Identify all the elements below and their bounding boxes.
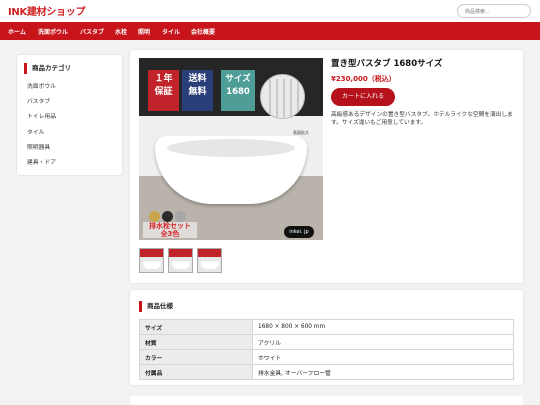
thumbnail-tub xyxy=(143,261,161,269)
thumbnail-3[interactable] xyxy=(197,248,222,273)
sidebar-item-wash-bowl[interactable]: 洗面ボウル xyxy=(27,81,56,90)
nav-item-home[interactable]: ホーム xyxy=(8,27,26,36)
nav-item-wash-bowl[interactable]: 洗面ボウル xyxy=(38,27,68,36)
spec-key: カラー xyxy=(139,349,253,365)
zoom-texture-line xyxy=(269,79,271,117)
spec-value: 1680 × 800 × 600 mm xyxy=(252,319,514,335)
warranty-badge: １年 保証 xyxy=(148,70,179,111)
spec-key: 付属品 xyxy=(139,364,253,380)
product-description: 高級感あるデザインの置き型バスタブ。ホテルライクな空間を演出します。サイズ違いも… xyxy=(331,112,513,126)
table-row: 付属品 排水金具, オーバーフロー管 xyxy=(139,364,514,380)
nav-item-lighting[interactable]: 照明 xyxy=(138,27,150,36)
table-row: カラー ホワイト xyxy=(139,349,514,365)
site-header: INK建材ショップ 商品検索... xyxy=(0,0,540,22)
silver-drain-knob xyxy=(175,211,186,222)
black-drain-knob xyxy=(162,211,173,222)
spec-value: アクリル xyxy=(252,334,514,350)
warranty-badge-line2: 保証 xyxy=(154,87,173,97)
gold-drain-knob xyxy=(149,211,160,222)
size-badge: サイズ 1680 xyxy=(221,70,255,111)
sidebar-item-toilet[interactable]: トイレ用品 xyxy=(27,111,56,120)
thumbnail-badge-strip xyxy=(140,249,163,257)
warranty-badge-line1: １年 xyxy=(154,74,173,84)
category-sidebar: 商品カテゴリ 洗面ボウル バスタブ トイレ用品 タイル 照明器具 建具・ドア xyxy=(17,55,122,175)
zoom-texture-line xyxy=(290,79,292,117)
product-image[interactable]: １年 保証 送料 無料 サイズ 1680 表面拡大 排水栓セット 全3色 ink… xyxy=(139,58,323,240)
next-section-card xyxy=(130,396,523,405)
add-to-cart-button[interactable]: カートに入れる xyxy=(331,88,395,106)
thumbnail-badge-strip xyxy=(198,249,221,257)
main-nav: ホーム 洗面ボウル バスタブ 水栓 照明 タイル 会社概要 xyxy=(0,22,540,40)
sidebar-item-bathtub[interactable]: バスタブ xyxy=(27,96,50,105)
sidebar-item-lighting[interactable]: 照明器具 xyxy=(27,142,50,151)
nav-item-bathtub[interactable]: バスタブ xyxy=(80,27,104,36)
sidebar-item-doors[interactable]: 建具・ドア xyxy=(27,157,56,166)
zoom-texture-line xyxy=(276,79,278,117)
sidebar-title: 商品カテゴリ xyxy=(24,63,71,74)
spec-card: 商品仕様 サイズ 1680 × 800 × 600 mm 材質 アクリル カラー… xyxy=(130,290,523,385)
product-price: ¥230,000（税込） xyxy=(331,75,396,83)
size-badge-line1: サイズ xyxy=(225,74,251,84)
search-input[interactable]: 商品検索... xyxy=(457,4,531,18)
nav-item-faucet[interactable]: 水栓 xyxy=(115,27,127,36)
thumbnail-badge-strip xyxy=(169,249,192,257)
drain-label-line1: 排水栓セット xyxy=(149,222,191,230)
table-row: 材質 アクリル xyxy=(139,334,514,350)
spec-key: 材質 xyxy=(139,334,253,350)
spec-title: 商品仕様 xyxy=(139,301,173,312)
spec-value: ホワイト xyxy=(252,349,514,365)
brand-badge: inkei. jp xyxy=(284,226,314,238)
nav-item-tile[interactable]: タイル xyxy=(162,27,180,36)
thumbnail-1[interactable] xyxy=(139,248,164,273)
shipping-badge-line2: 無料 xyxy=(188,87,207,97)
thumbnail-tub xyxy=(172,261,190,269)
product-title: 置き型バスタブ 1680サイズ xyxy=(331,59,443,69)
spec-value: 排水金具, オーバーフロー管 xyxy=(252,364,514,380)
spec-key: サイズ xyxy=(139,319,253,335)
drain-set-label: 排水栓セット 全3色 xyxy=(143,222,197,238)
zoom-texture-line xyxy=(297,79,299,117)
spec-table: サイズ 1680 × 800 × 600 mm 材質 アクリル カラー ホワイト… xyxy=(139,319,514,380)
thumbnail-tub xyxy=(201,261,219,269)
nav-item-company[interactable]: 会社概要 xyxy=(191,27,215,36)
free-shipping-badge: 送料 無料 xyxy=(182,70,213,111)
zoom-texture-line xyxy=(283,79,285,117)
size-badge-line2: 1680 xyxy=(226,87,250,97)
site-logo[interactable]: INK建材ショップ xyxy=(8,3,85,18)
thumbnail-2[interactable] xyxy=(168,248,193,273)
drain-label-line2: 全3色 xyxy=(160,230,180,238)
table-row: サイズ 1680 × 800 × 600 mm xyxy=(139,319,514,335)
bathtub-rim xyxy=(167,139,295,157)
product-card: １年 保証 送料 無料 サイズ 1680 表面拡大 排水栓セット 全3色 ink… xyxy=(130,50,523,283)
shipping-badge-line1: 送料 xyxy=(188,74,207,84)
sidebar-item-tile[interactable]: タイル xyxy=(27,127,44,136)
surface-zoom-circle xyxy=(260,74,305,119)
